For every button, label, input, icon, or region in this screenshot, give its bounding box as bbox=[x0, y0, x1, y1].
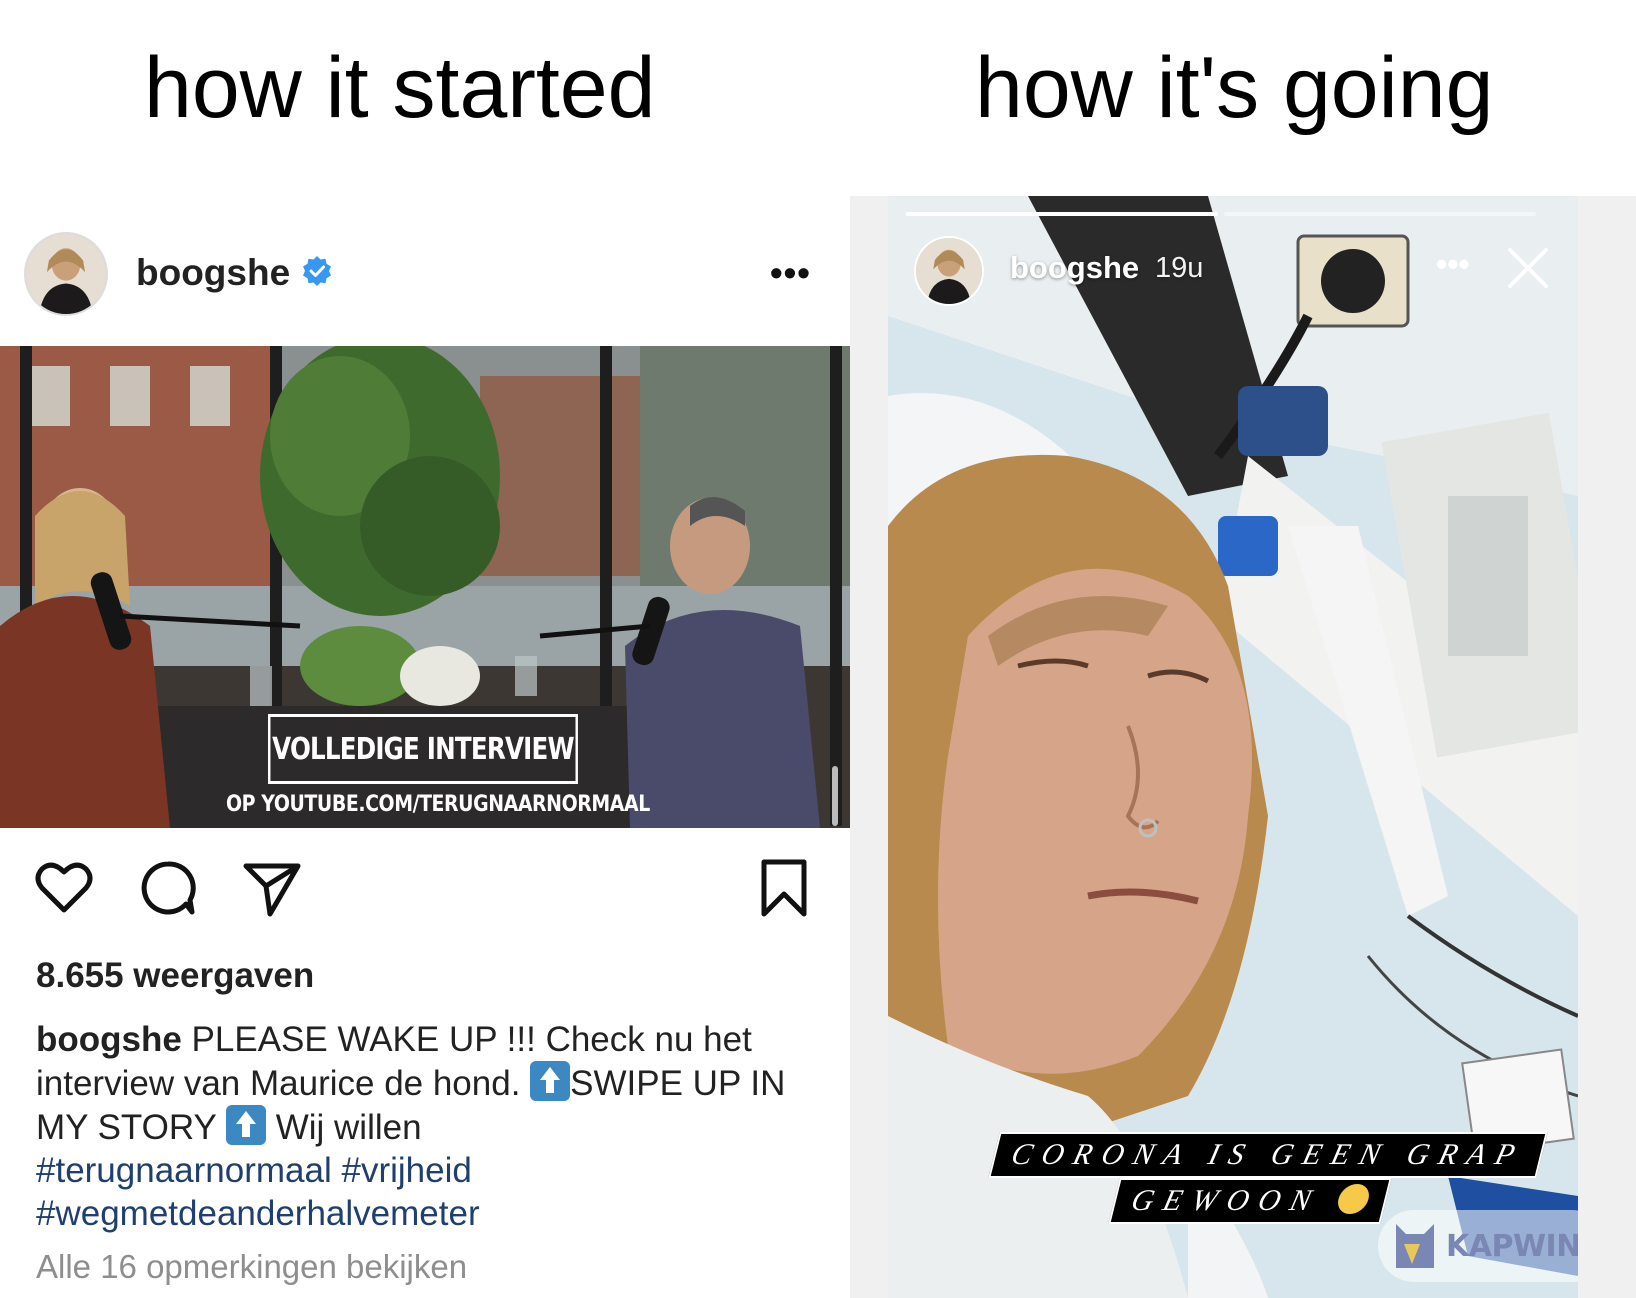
story-username[interactable]: boogshe bbox=[1010, 250, 1139, 286]
hashtag-link[interactable]: #terugnaarnormaal bbox=[36, 1151, 332, 1190]
more-dots-icon[interactable]: ••• bbox=[770, 252, 811, 294]
story-text-sticker-2: GEWOON bbox=[1108, 1178, 1392, 1224]
video-overlay-title: VOLLEDIGE INTERVIEW bbox=[268, 714, 578, 784]
crying-face-icon bbox=[1334, 1184, 1373, 1214]
instagram-post: boogshe ••• VOLLEDIGE INTERVIEW OP YOUTU… bbox=[0, 196, 850, 1298]
post-actions bbox=[0, 856, 850, 926]
caption-text-3: Wij willen bbox=[266, 1108, 422, 1147]
heart-icon[interactable] bbox=[32, 856, 96, 920]
view-count: 8.655 weergaven bbox=[36, 956, 315, 995]
share-icon[interactable] bbox=[240, 856, 304, 920]
comment-icon[interactable] bbox=[136, 856, 200, 920]
up-arrow-icon bbox=[530, 1061, 571, 1101]
video-thumbnail[interactable]: VOLLEDIGE INTERVIEW OP YOUTUBE.COM/TERUG… bbox=[0, 346, 850, 828]
verified-badge-icon bbox=[303, 256, 331, 286]
kapwing-logo-icon bbox=[1396, 1224, 1434, 1268]
post-header: boogshe ••• bbox=[0, 196, 850, 346]
instagram-story[interactable]: boogshe 19u ••• CORONA IS GEEN GRAP GEWO… bbox=[888, 196, 1578, 1298]
kapwing-watermark: KAPWING bbox=[1378, 1210, 1578, 1282]
watermark-text: KAPWING bbox=[1446, 1228, 1578, 1264]
avatar[interactable] bbox=[24, 232, 108, 316]
more-dots-icon[interactable]: ••• bbox=[1436, 246, 1470, 283]
view-comments-link[interactable]: Alle 16 opmerkingen bekijken bbox=[36, 1248, 467, 1286]
close-icon[interactable] bbox=[1506, 246, 1550, 290]
hashtag-link[interactable]: #wegmetdeanderhalvemeter bbox=[36, 1194, 480, 1233]
caption-username[interactable]: boogshe bbox=[36, 1020, 182, 1059]
bookmark-icon[interactable] bbox=[752, 856, 816, 920]
left-meme-title: how it started bbox=[144, 40, 656, 136]
post-caption: boogshe PLEASE WAKE UP !!! Check nu het … bbox=[36, 1018, 816, 1235]
story-progress-bar bbox=[1224, 212, 1536, 216]
right-meme-title: how it's going bbox=[975, 40, 1494, 136]
up-arrow-icon bbox=[226, 1105, 266, 1145]
story-progress-bar bbox=[906, 212, 1218, 216]
story-avatar[interactable] bbox=[914, 236, 984, 306]
hashtag-link[interactable]: #vrijheid bbox=[341, 1151, 471, 1190]
story-timestamp: 19u bbox=[1155, 252, 1204, 284]
video-overlay-subtitle: OP YOUTUBE.COM/TERUGNAARNORMAAL bbox=[226, 792, 650, 817]
post-username[interactable]: boogshe bbox=[136, 252, 290, 294]
story-text-sticker-line2: GEWOON bbox=[1128, 1184, 1325, 1217]
story-text-sticker: CORONA IS GEEN GRAP bbox=[988, 1132, 1548, 1178]
